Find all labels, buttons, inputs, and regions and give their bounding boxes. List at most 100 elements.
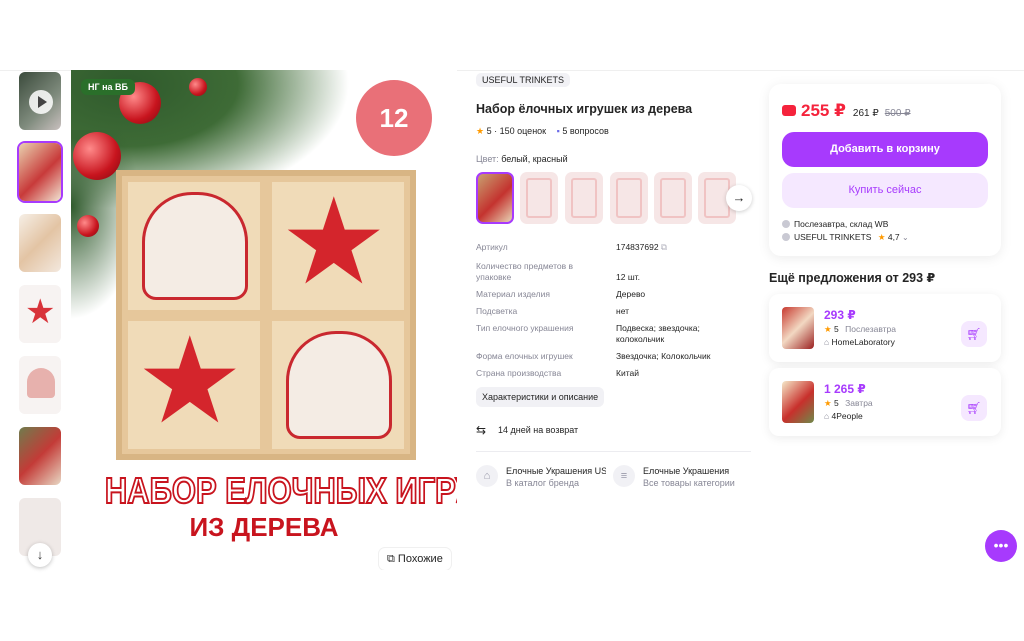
- cart-icon[interactable]: 🛒︎: [961, 321, 987, 347]
- return-text: 14 дней на возврат: [498, 425, 579, 435]
- shop-icon: ⌂: [824, 337, 830, 347]
- chat-icon[interactable]: •••: [985, 530, 1017, 562]
- star-icon: ★: [824, 324, 832, 334]
- offer-rating: ★ 5 Послезавтра: [824, 324, 896, 334]
- thumbnail-1[interactable]: [17, 141, 63, 203]
- regular-price: 261 ₽: [852, 108, 879, 119]
- star-icon: ★: [824, 398, 832, 408]
- product-details: USEFUL TRINKETS Набор ёлочных игрушек из…: [476, 70, 752, 489]
- article-number: 174837692: [616, 242, 659, 252]
- color-line: Цвет: белый, красный: [476, 154, 751, 164]
- questions-icon: ▪: [556, 126, 560, 136]
- shop-icon: ⌂: [824, 411, 830, 421]
- price-card: 255 ₽ 261 ₽ 500 ₽ Добавить в корзину Куп…: [769, 84, 1001, 256]
- star-icon: ★: [476, 126, 485, 136]
- color-variant-2[interactable]: [520, 172, 558, 224]
- ornament-box: ★ ★: [116, 170, 416, 460]
- specs-table: Артикул 174837692 ⧉ Количество предметов…: [476, 242, 741, 379]
- variants-next-arrow-icon[interactable]: →: [726, 185, 752, 211]
- tag-icon: ⌂: [476, 465, 498, 487]
- rating-line: ★ 5 · 150 оценок ▪ 5 вопросов: [476, 126, 609, 136]
- seller-link[interactable]: USEFUL TRINKETS ★ 4,7 ⌄: [782, 232, 909, 243]
- product-main-image[interactable]: НГ на ВБ 12 ШТ ★ ★ НАБОР ЕЛОЧНЫХ ИГРУШЕК…: [71, 70, 457, 570]
- thumbnail-2[interactable]: [17, 212, 63, 274]
- thumbnail-strip[interactable]: ★: [17, 70, 67, 570]
- old-price: 500 ₽: [884, 108, 911, 119]
- offer-thumbnail: [782, 381, 814, 423]
- color-label: Цвет:: [476, 154, 499, 164]
- add-to-cart-button[interactable]: Добавить в корзину: [782, 132, 988, 167]
- color-variant-1[interactable]: [476, 172, 514, 224]
- wallet-icon: [782, 105, 796, 116]
- other-offers-title: Ещё предложения от 293 ₽: [769, 271, 936, 285]
- count-badge: 12 ШТ: [356, 80, 432, 209]
- copy-icon[interactable]: ⧉: [661, 242, 667, 252]
- seller-name: USEFUL TRINKETS: [794, 232, 872, 242]
- questions-link[interactable]: 5 вопросов: [562, 126, 608, 136]
- similar-button[interactable]: ⧉ Похожие: [379, 548, 451, 570]
- price-row: 255 ₽ 261 ₽ 500 ₽: [782, 101, 911, 121]
- similar-icon: ⧉: [387, 553, 395, 565]
- brand-link-title: Елочные Украшения US: [506, 466, 606, 476]
- brand-link-sub: В каталог бренда: [506, 478, 580, 488]
- spec-row: Форма елочных игрушек Звездочка; Колокол…: [476, 351, 711, 361]
- offer-shop: ⌂ 4People: [824, 411, 863, 421]
- offer-price: 293 ₽: [824, 308, 856, 322]
- delivery-info: Послезавтра, склад WB: [782, 219, 888, 229]
- category-link-title: Елочные Украшения: [643, 466, 730, 476]
- color-variant-4[interactable]: [610, 172, 648, 224]
- color-variant-3[interactable]: [565, 172, 603, 224]
- thumbnail-3[interactable]: ★: [17, 283, 63, 345]
- spec-row: Артикул 174837692 ⧉: [476, 242, 667, 252]
- star-ornament-icon: ★: [280, 175, 388, 309]
- category-catalog-link[interactable]: ≡ Елочные Украшения Все товары категории: [613, 465, 750, 489]
- return-info: ⇆ 14 дней на возврат: [476, 424, 751, 436]
- offer-price: 1 265 ₽: [824, 382, 866, 396]
- offer-rating: ★ 5 Завтра: [824, 398, 873, 408]
- spec-row: Страна производства Китай: [476, 368, 639, 378]
- offer-card[interactable]: 293 ₽ ★ 5 Послезавтра ⌂ HomeLaboratory 🛒…: [769, 294, 1001, 362]
- color-variant-5[interactable]: [654, 172, 692, 224]
- thumbnails-scroll-down-button[interactable]: ↓: [28, 543, 52, 567]
- cart-icon[interactable]: 🛒︎: [961, 395, 987, 421]
- star-icon: ★: [877, 232, 886, 242]
- wallet-price: 255 ₽: [801, 101, 846, 120]
- christmas-ball-decoration: [189, 78, 207, 96]
- buy-now-button[interactable]: Купить сейчас: [782, 173, 988, 208]
- offer-thumbnail: [782, 307, 814, 349]
- spec-row: Количество предметов в упаковке 12 шт.: [476, 261, 640, 282]
- spec-row: Подсветка нет: [476, 306, 630, 316]
- play-icon: [29, 90, 53, 114]
- shop-icon: [782, 233, 790, 241]
- reviews-link[interactable]: 150 оценок: [500, 126, 547, 136]
- star-ornament-icon: ★: [136, 314, 244, 448]
- image-headline: НАБОР ЕЛОЧНЫХ ИГРУШЕК: [104, 469, 457, 512]
- rating-value: 5: [486, 126, 492, 136]
- offer-card[interactable]: 1 265 ₽ ★ 5 Завтра ⌂ 4People 🛒︎: [769, 368, 1001, 436]
- christmas-ball-decoration: [77, 215, 99, 237]
- thumbnail-video[interactable]: [17, 70, 63, 132]
- bell-ornament-icon: [142, 192, 248, 300]
- thumbnail-4[interactable]: [17, 354, 63, 416]
- offer-shop: ⌂ HomeLaboratory: [824, 337, 895, 347]
- product-title: Набор ёлочных игрушек из дерева: [476, 102, 693, 116]
- layers-icon: ≡: [613, 465, 635, 487]
- characteristics-button[interactable]: Характеристики и описание: [476, 387, 605, 407]
- chevron-down-icon: ⌄: [902, 233, 909, 242]
- brand-catalog-link[interactable]: ⌂ Елочные Украшения US В каталог бренда: [476, 465, 613, 489]
- ng-badge: НГ на ВБ: [81, 79, 136, 95]
- divider: [476, 451, 751, 452]
- brand-chip[interactable]: USEFUL TRINKETS: [476, 73, 571, 87]
- star-ornament-icon: ★: [25, 293, 56, 331]
- seller-rating: 4,7: [887, 232, 900, 242]
- spec-row: Материал изделия Дерево: [476, 289, 646, 299]
- color-value: белый, красный: [501, 154, 568, 164]
- bell-ornament-icon: [286, 331, 392, 439]
- image-subhead: ИЗ ДЕРЕВА: [189, 512, 339, 542]
- return-arrows-icon: ⇆: [476, 423, 487, 437]
- similar-label: Похожие: [397, 553, 443, 565]
- spec-row: Тип елочного украшения Подвеска; звездоч…: [476, 323, 700, 344]
- thumbnail-5[interactable]: [17, 425, 63, 487]
- bell-ornament-icon: [27, 368, 55, 398]
- christmas-ball-decoration: [73, 132, 121, 180]
